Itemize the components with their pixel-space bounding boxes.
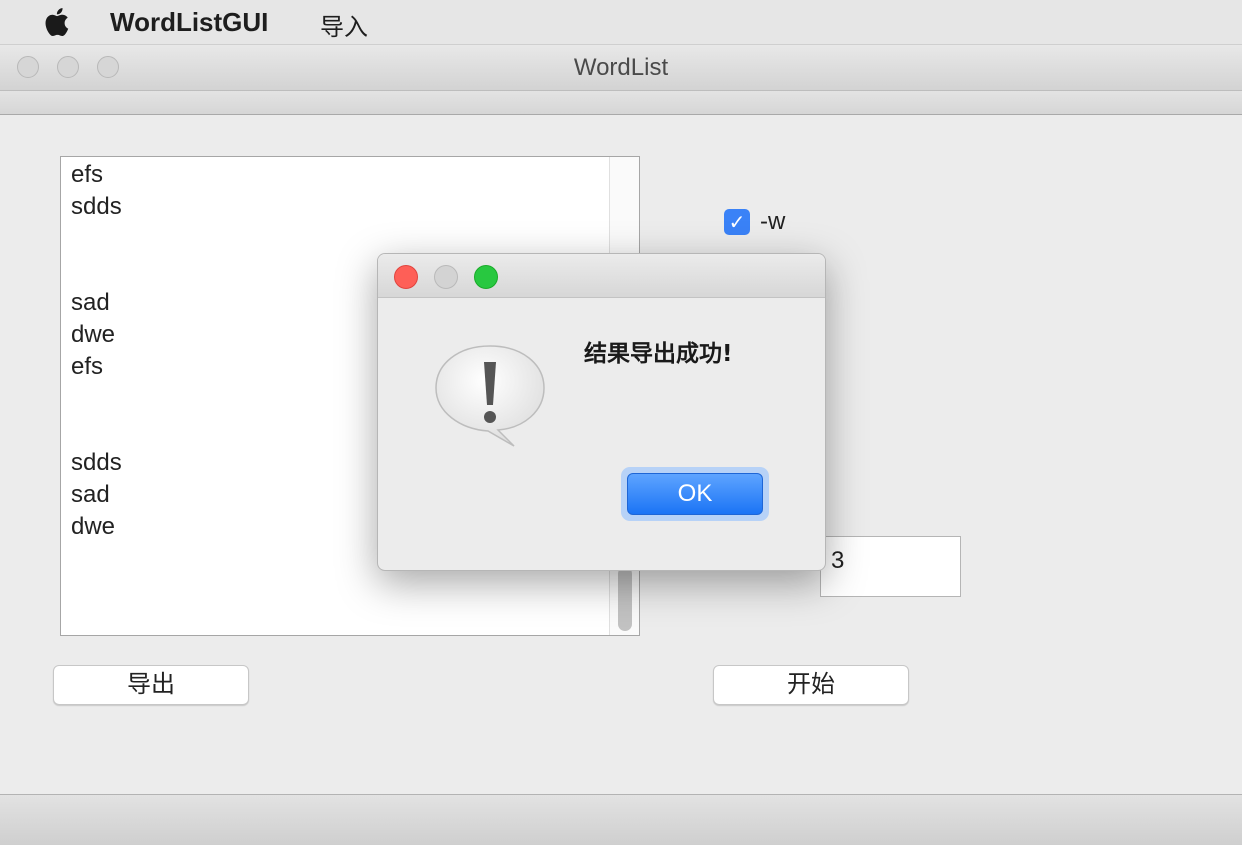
w-flag-checkbox[interactable]: ✓ (724, 209, 750, 235)
alert-dialog: 结果导出成功! OK (377, 253, 826, 571)
ok-button[interactable]: OK (627, 473, 763, 515)
word-line: dwe (71, 513, 116, 540)
number-input[interactable]: 3 (820, 536, 961, 597)
word-line: efs (71, 353, 104, 380)
word-lines: efs sdds sad dwe efs sdds sad dwe (71, 159, 122, 543)
word-line: sad (71, 481, 110, 508)
dialog-zoom-button[interactable] (474, 265, 498, 289)
export-button[interactable]: 导出 (53, 665, 249, 705)
word-line (71, 415, 122, 447)
word-line (71, 383, 122, 415)
scrollbar-thumb[interactable] (618, 567, 632, 631)
word-line (71, 223, 122, 255)
window-bottom-bar (0, 794, 1242, 845)
word-line: sdds (71, 449, 122, 476)
checkmark-icon: ✓ (728, 210, 746, 234)
menu-app-name[interactable]: WordListGUI (110, 7, 268, 38)
dialog-titlebar (378, 254, 825, 298)
window-titlebar: WordList (0, 45, 1242, 91)
dialog-minimize-button[interactable] (434, 265, 458, 289)
window-title: WordList (573, 54, 669, 81)
apple-icon[interactable] (40, 5, 70, 39)
word-line: dwe (71, 321, 116, 348)
w-flag-label: -w (760, 208, 786, 235)
start-button[interactable]: 开始 (713, 665, 909, 705)
toolbar-strip (0, 91, 1242, 115)
dialog-message: 结果导出成功! (584, 341, 733, 367)
warning-exclamation-icon (435, 345, 545, 447)
dialog-close-button[interactable] (394, 265, 418, 289)
word-line: sad (71, 289, 110, 316)
word-line: efs (71, 161, 104, 188)
word-line (71, 255, 122, 287)
menu-import[interactable]: 导入 (320, 7, 368, 42)
word-line: sdds (71, 193, 122, 220)
menu-bar: WordListGUI 导入 (0, 0, 1242, 45)
